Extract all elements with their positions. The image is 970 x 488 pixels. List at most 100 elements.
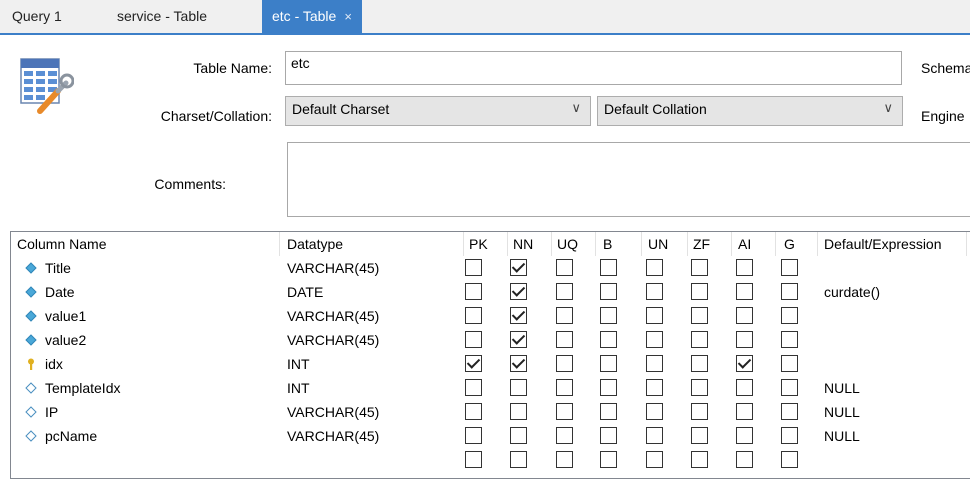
nn-checkbox[interactable] [510,307,527,324]
un-checkbox[interactable] [646,307,663,324]
column-name-cell[interactable]: TemplateIdx [45,376,120,400]
default-expression-cell[interactable]: NULL [824,424,860,448]
header-g[interactable]: G [784,232,795,256]
header-pk[interactable]: PK [469,232,488,256]
default-expression-cell[interactable]: curdate() [824,280,880,304]
ai-checkbox[interactable] [736,307,753,324]
g-checkbox[interactable] [781,331,798,348]
pk-checkbox[interactable] [465,403,482,420]
column-name-cell[interactable]: Date [45,280,75,304]
table-row[interactable]: Title VARCHAR(45) [11,256,970,280]
b-checkbox[interactable] [600,379,617,396]
uq-checkbox[interactable] [556,427,573,444]
g-checkbox[interactable] [781,259,798,276]
header-datatype[interactable]: Datatype [287,232,343,256]
datatype-cell[interactable]: VARCHAR(45) [287,400,379,424]
b-checkbox[interactable] [600,331,617,348]
ai-checkbox[interactable] [736,355,753,372]
g-checkbox[interactable] [781,307,798,324]
column-name-cell[interactable]: IP [45,400,58,424]
un-checkbox[interactable] [646,379,663,396]
uq-checkbox[interactable] [556,259,573,276]
nn-checkbox[interactable] [510,259,527,276]
uq-checkbox[interactable] [556,451,573,468]
ai-checkbox[interactable] [736,379,753,396]
column-name-cell[interactable]: pcName [45,424,97,448]
tab-query-1[interactable]: Query 1 [12,0,62,33]
header-zf[interactable]: ZF [693,232,710,256]
uq-checkbox[interactable] [556,283,573,300]
pk-checkbox[interactable] [465,427,482,444]
header-uq[interactable]: UQ [557,232,578,256]
zf-checkbox[interactable] [691,259,708,276]
g-checkbox[interactable] [781,283,798,300]
nn-checkbox[interactable] [510,427,527,444]
collation-select[interactable]: Default Collation ∨ [597,96,903,126]
uq-checkbox[interactable] [556,307,573,324]
datatype-cell[interactable]: DATE [287,280,323,304]
un-checkbox[interactable] [646,451,663,468]
g-checkbox[interactable] [781,451,798,468]
header-default-expression[interactable]: Default/Expression [824,232,942,256]
b-checkbox[interactable] [600,427,617,444]
ai-checkbox[interactable] [736,259,753,276]
un-checkbox[interactable] [646,283,663,300]
datatype-cell[interactable]: INT [287,376,310,400]
zf-checkbox[interactable] [691,355,708,372]
b-checkbox[interactable] [600,451,617,468]
tab-etc-table[interactable]: etc - Table × [262,0,362,33]
nn-checkbox[interactable] [510,403,527,420]
header-b[interactable]: B [603,232,612,256]
b-checkbox[interactable] [600,283,617,300]
table-name-field[interactable]: etc [285,51,902,85]
b-checkbox[interactable] [600,403,617,420]
un-checkbox[interactable] [646,403,663,420]
un-checkbox[interactable] [646,355,663,372]
zf-checkbox[interactable] [691,379,708,396]
nn-checkbox[interactable] [510,283,527,300]
table-row[interactable]: pcName VARCHAR(45) NULL [11,424,970,448]
zf-checkbox[interactable] [691,427,708,444]
comments-field[interactable] [287,142,970,217]
table-row[interactable]: TemplateIdx INT NULL [11,376,970,400]
ai-checkbox[interactable] [736,427,753,444]
table-row[interactable]: idx INT [11,352,970,376]
g-checkbox[interactable] [781,355,798,372]
column-name-cell[interactable]: value2 [45,328,86,352]
header-nn[interactable]: NN [513,232,533,256]
tab-service-table[interactable]: service - Table [117,0,207,33]
g-checkbox[interactable] [781,427,798,444]
g-checkbox[interactable] [781,379,798,396]
default-expression-cell[interactable]: NULL [824,376,860,400]
ai-checkbox[interactable] [736,403,753,420]
column-name-cell[interactable]: Title [45,256,71,280]
pk-checkbox[interactable] [465,379,482,396]
zf-checkbox[interactable] [691,403,708,420]
charset-select[interactable]: Default Charset ∨ [285,96,591,126]
pk-checkbox[interactable] [465,283,482,300]
header-un[interactable]: UN [648,232,668,256]
zf-checkbox[interactable] [691,307,708,324]
nn-checkbox[interactable] [510,379,527,396]
uq-checkbox[interactable] [556,331,573,348]
header-column-name[interactable]: Column Name [17,232,106,256]
datatype-cell[interactable]: VARCHAR(45) [287,304,379,328]
ai-checkbox[interactable] [736,331,753,348]
pk-checkbox[interactable] [465,307,482,324]
pk-checkbox[interactable] [465,355,482,372]
uq-checkbox[interactable] [556,379,573,396]
b-checkbox[interactable] [600,307,617,324]
table-row[interactable]: IP VARCHAR(45) NULL [11,400,970,424]
datatype-cell[interactable]: VARCHAR(45) [287,424,379,448]
datatype-cell[interactable]: VARCHAR(45) [287,328,379,352]
nn-checkbox[interactable] [510,355,527,372]
table-row[interactable] [11,448,970,472]
default-expression-cell[interactable]: NULL [824,400,860,424]
pk-checkbox[interactable] [465,259,482,276]
datatype-cell[interactable]: INT [287,352,310,376]
g-checkbox[interactable] [781,403,798,420]
pk-checkbox[interactable] [465,331,482,348]
ai-checkbox[interactable] [736,283,753,300]
datatype-cell[interactable]: VARCHAR(45) [287,256,379,280]
column-name-cell[interactable]: value1 [45,304,86,328]
